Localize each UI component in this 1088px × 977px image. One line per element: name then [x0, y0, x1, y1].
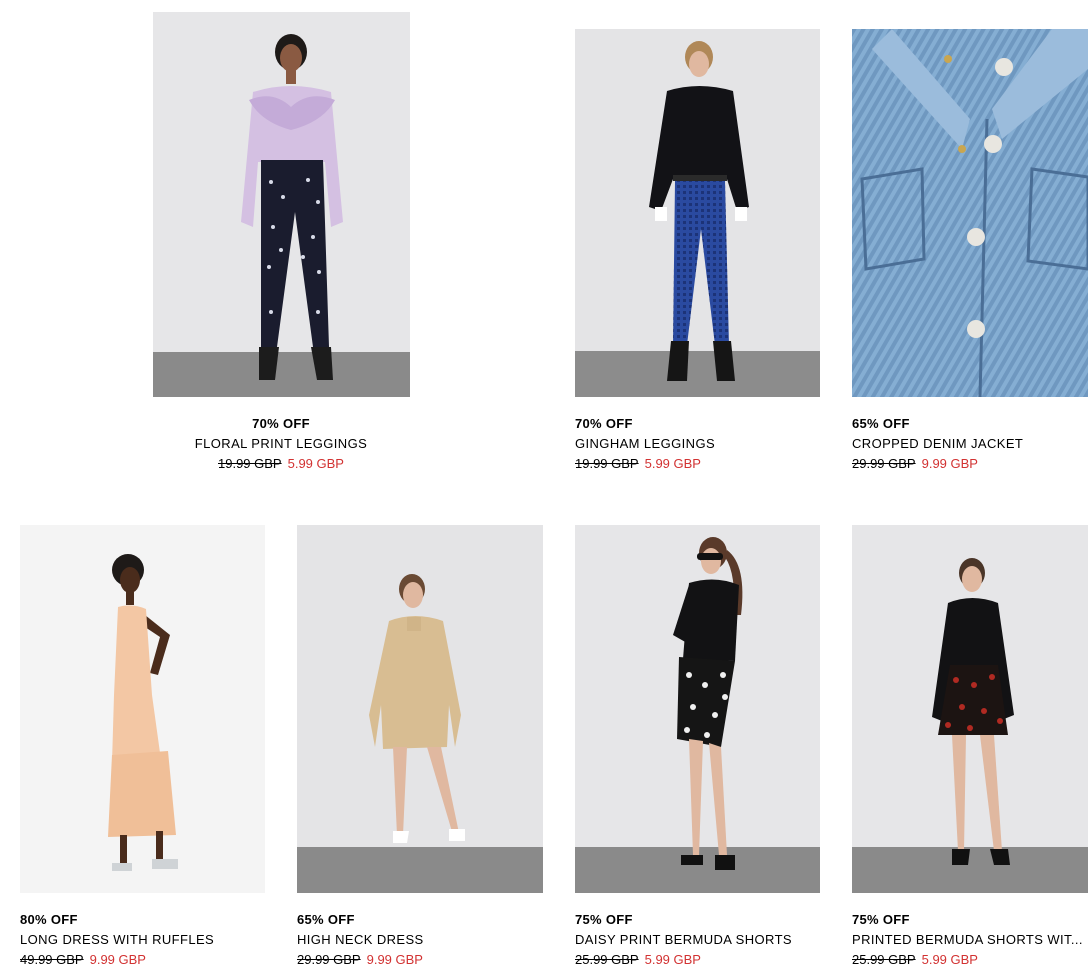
product-image[interactable]	[852, 29, 1088, 397]
product-info: 65% OFF CROPPED DENIM JACKET 29.99 GBP 9.…	[852, 414, 1088, 474]
price-row: 29.99 GBP 9.99 GBP	[297, 950, 547, 970]
product-grid: 70% OFF FLORAL PRINT LEGGINGS 19.99 GBP 5…	[0, 0, 1088, 977]
product-name[interactable]: GINGHAM LEGGINGS	[575, 434, 825, 454]
product-name[interactable]: DAISY PRINT BERMUDA SHORTS	[575, 930, 825, 950]
product-info: 75% OFF DAISY PRINT BERMUDA SHORTS 25.99…	[575, 910, 825, 970]
original-price: 49.99 GBP	[20, 952, 84, 967]
product-name[interactable]: HIGH NECK DRESS	[297, 930, 547, 950]
product-info: 65% OFF HIGH NECK DRESS 29.99 GBP 9.99 GB…	[297, 910, 547, 970]
original-price: 25.99 GBP	[575, 952, 639, 967]
discount-label: 75% OFF	[852, 912, 910, 927]
product-info: 80% OFF LONG DRESS WITH RUFFLES 49.99 GB…	[20, 910, 270, 970]
price-row: 19.99 GBP 5.99 GBP	[575, 454, 825, 474]
product-name[interactable]: LONG DRESS WITH RUFFLES	[20, 930, 270, 950]
price-row: 49.99 GBP 9.99 GBP	[20, 950, 270, 970]
discount-label: 75% OFF	[575, 912, 633, 927]
product-image[interactable]	[575, 525, 820, 893]
product-name[interactable]: PRINTED BERMUDA SHORTS WIT...	[852, 930, 1088, 950]
product-info: 75% OFF PRINTED BERMUDA SHORTS WIT... 25…	[852, 910, 1088, 970]
discount-label: 70% OFF	[252, 416, 310, 431]
product-info: 70% OFF FLORAL PRINT LEGGINGS 19.99 GBP 5…	[156, 414, 406, 474]
original-price: 25.99 GBP	[852, 952, 916, 967]
product-image[interactable]	[20, 525, 265, 893]
discount-label: 65% OFF	[297, 912, 355, 927]
original-price: 29.99 GBP	[297, 952, 361, 967]
sale-price: 5.99 GBP	[287, 456, 344, 471]
product-image[interactable]	[153, 12, 410, 397]
discount-label: 80% OFF	[20, 912, 78, 927]
original-price: 19.99 GBP	[218, 456, 282, 471]
price-row: 19.99 GBP 5.99 GBP	[156, 454, 406, 474]
price-row: 25.99 GBP 5.99 GBP	[575, 950, 825, 970]
discount-label: 70% OFF	[575, 416, 633, 431]
price-row: 25.99 GBP 5.99 GBP	[852, 950, 1088, 970]
discount-label: 65% OFF	[852, 416, 910, 431]
product-image[interactable]	[852, 525, 1088, 893]
product-image[interactable]	[575, 29, 820, 397]
sale-price: 5.99 GBP	[644, 456, 701, 471]
sale-price: 9.99 GBP	[366, 952, 423, 967]
sale-price: 5.99 GBP	[921, 952, 978, 967]
product-image[interactable]	[297, 525, 543, 893]
sale-price: 9.99 GBP	[921, 456, 978, 471]
product-info: 70% OFF GINGHAM LEGGINGS 19.99 GBP 5.99 G…	[575, 414, 825, 474]
price-row: 29.99 GBP 9.99 GBP	[852, 454, 1088, 474]
sale-price: 5.99 GBP	[644, 952, 701, 967]
sale-price: 9.99 GBP	[89, 952, 146, 967]
product-name[interactable]: CROPPED DENIM JACKET	[852, 434, 1088, 454]
original-price: 29.99 GBP	[852, 456, 916, 471]
original-price: 19.99 GBP	[575, 456, 639, 471]
product-name[interactable]: FLORAL PRINT LEGGINGS	[156, 434, 406, 454]
